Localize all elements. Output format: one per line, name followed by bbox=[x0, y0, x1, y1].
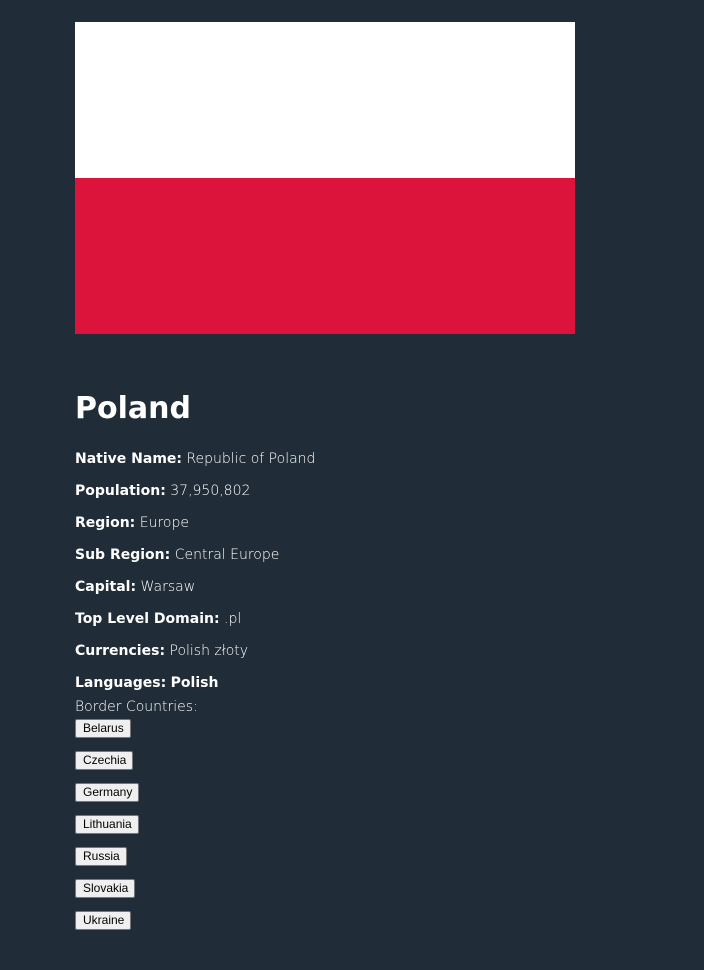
sub-region-label: Sub Region: bbox=[75, 547, 171, 563]
border-countries-label: Border Countries: bbox=[75, 699, 198, 715]
top-level-domain-value: .pl bbox=[224, 611, 242, 627]
country-name-heading: Poland bbox=[75, 391, 191, 426]
border-countries-list: Belarus Czechia Germany Lithuania Russia… bbox=[75, 719, 635, 930]
top-level-domain-label: Top Level Domain: bbox=[75, 611, 220, 627]
border-country-button[interactable]: Czechia bbox=[75, 751, 134, 770]
country-flag-image bbox=[75, 22, 575, 334]
native-name-label: Native Name: bbox=[75, 451, 182, 467]
currencies-label: Currencies: bbox=[75, 643, 166, 659]
region-row: Region: Europe bbox=[75, 514, 635, 532]
flag-red-stripe bbox=[75, 178, 575, 334]
currencies-row: Currencies: Polish złoty bbox=[75, 642, 635, 660]
currencies-value: Polish złoty bbox=[169, 643, 249, 659]
border-country-button[interactable]: Russia bbox=[75, 847, 127, 866]
border-country-button[interactable]: Lithuania bbox=[75, 815, 139, 834]
population-value: 37,950,802 bbox=[170, 483, 251, 499]
sub-region-row: Sub Region: Central Europe bbox=[75, 546, 635, 564]
sub-region-value: Central Europe bbox=[174, 547, 280, 563]
languages-row: Languages: Polish bbox=[75, 674, 635, 692]
capital-row: Capital: Warsaw bbox=[75, 578, 635, 596]
border-country-button[interactable]: Ukraine bbox=[75, 911, 132, 930]
region-label: Region: bbox=[75, 515, 136, 531]
country-facts: Native Name: Republic of Poland Populati… bbox=[75, 450, 635, 692]
border-country-button[interactable]: Slovakia bbox=[75, 879, 136, 898]
country-detail-page: Poland Native Name: Republic of Poland P… bbox=[0, 0, 704, 970]
flag-white-stripe bbox=[75, 22, 575, 178]
population-row: Population: 37,950,802 bbox=[75, 482, 635, 500]
population-label: Population: bbox=[75, 483, 166, 499]
languages-label: Languages: bbox=[75, 675, 167, 691]
capital-value: Warsaw bbox=[140, 579, 196, 595]
native-name-row: Native Name: Republic of Poland bbox=[75, 450, 635, 468]
native-name-value: Republic of Poland bbox=[186, 451, 316, 467]
border-country-button[interactable]: Belarus bbox=[75, 719, 131, 738]
country-details: Poland Native Name: Republic of Poland P… bbox=[75, 388, 635, 943]
capital-label: Capital: bbox=[75, 579, 137, 595]
languages-value: Polish bbox=[170, 675, 219, 691]
top-level-domain-row: Top Level Domain: .pl bbox=[75, 610, 635, 628]
region-value: Europe bbox=[139, 515, 189, 531]
border-country-button[interactable]: Germany bbox=[75, 783, 140, 802]
